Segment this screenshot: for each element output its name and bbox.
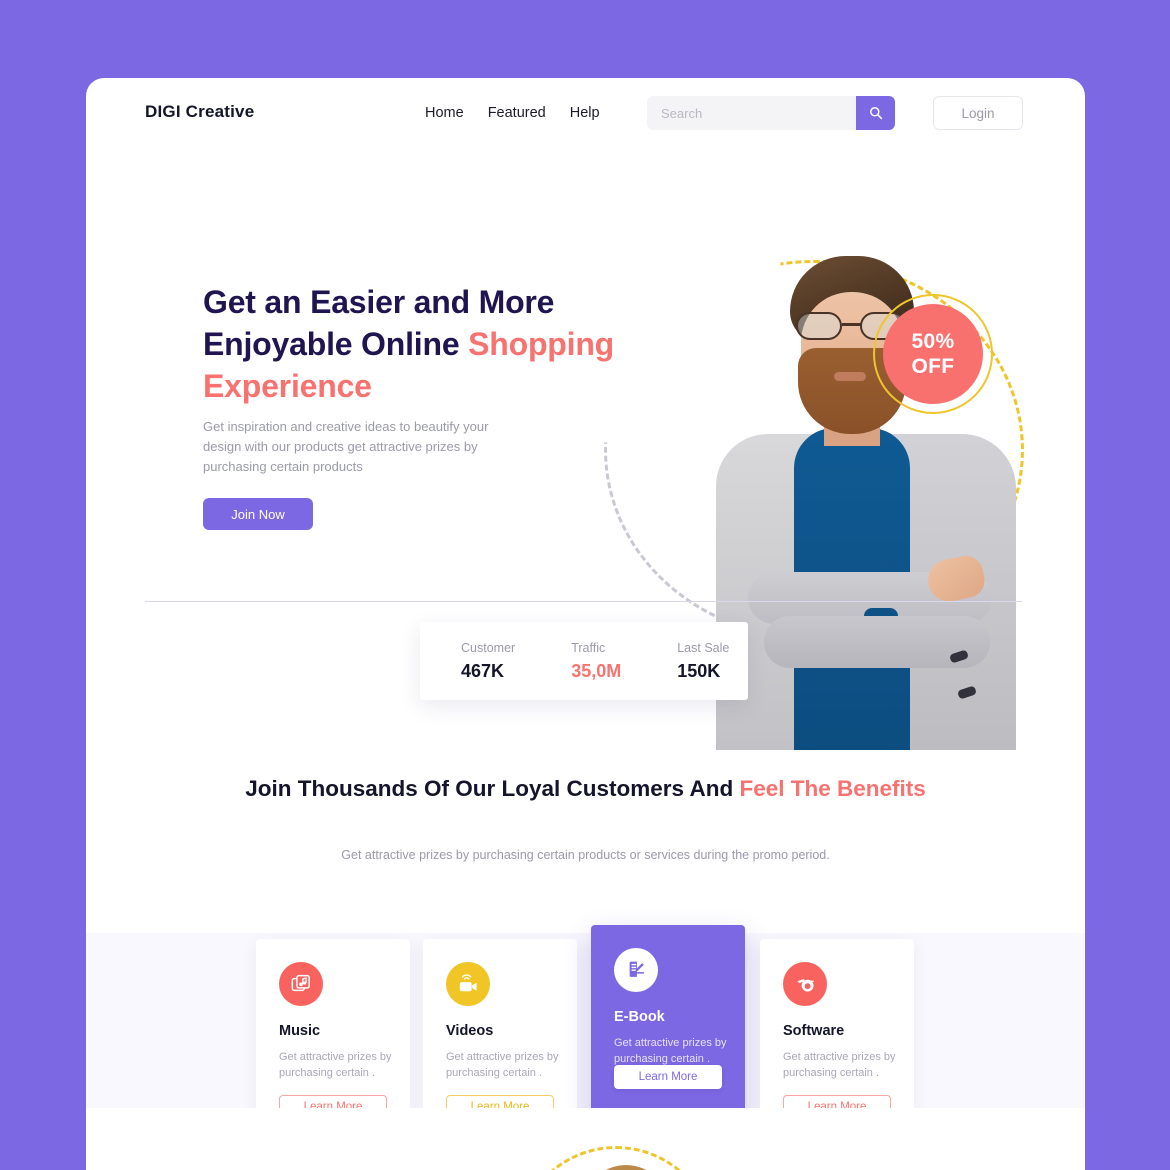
stat-traffic-label: Traffic [571,640,606,655]
discount-badge: 50% OFF [883,304,983,404]
next-section-preview [86,1108,1085,1170]
benefit-card-description: Get attractive prizes by purchasing cert… [783,1051,896,1079]
benefit-card-title: Software [783,1023,845,1039]
login-button[interactable]: Login [933,96,1023,130]
benefit-card-description: Get attractive prizes by purchasing cert… [279,1051,392,1079]
stat-customer-value: 467K [461,660,505,681]
hero-stats-card: Customer 467K Traffic 35,0M Last Sale 15… [420,622,748,700]
hero-section: Get an Easier and More Enjoyable Online … [86,148,1085,750]
search-input[interactable] [647,96,856,130]
discount-badge-percent: 50% [911,330,955,353]
glasses-bridge [842,323,862,326]
learn-more-button[interactable]: Learn More [614,1065,722,1089]
hero-subtitle: Get inspiration and creative ideas to be… [203,419,489,474]
mouth [834,372,866,381]
nav-item-featured[interactable]: Featured [488,105,546,121]
stat-customer-label: Customer [461,640,516,655]
stat-traffic-value: 35,0M [571,660,622,681]
stat-last-sale-label: Last Sale [677,640,730,655]
benefit-card-title: Videos [446,1023,494,1039]
stat-last-sale: Last Sale 150K [677,641,729,682]
search-bar [647,96,895,130]
ebook-pen-icon [614,948,658,992]
benefits-section: Join Thousands Of Our Loyal Customers An… [86,693,1085,1170]
benefit-cards-list: Music Get attractive prizes by purchasin… [86,693,1085,1170]
website-page-card: DIGI Creative Home Featured Help Login G… [86,78,1085,1170]
join-now-button[interactable]: Join Now [203,498,313,530]
video-camera-icon [446,962,490,1006]
stat-traffic: Traffic 35,0M [571,641,621,682]
benefit-card-title: E-Book [614,1009,665,1025]
software-blender-icon [783,962,827,1006]
benefit-card-title: Music [279,1023,321,1039]
discount-badge-off: OFF [911,355,955,378]
nav-item-help[interactable]: Help [570,105,600,121]
main-navigation: Home Featured Help [425,105,600,121]
brand-logo[interactable]: DIGI Creative [145,102,254,122]
stat-customer: Customer 467K [461,641,515,682]
music-library-icon [279,962,323,1006]
glasses-lens-left [796,312,842,340]
search-button[interactable] [856,96,895,130]
search-icon [869,106,883,120]
benefit-card-description: Get attractive prizes by purchasing cert… [614,1037,727,1065]
site-header: DIGI Creative Home Featured Help Login [86,78,1085,148]
nav-item-home[interactable]: Home [425,105,464,121]
hero-divider [145,601,1022,602]
benefit-card-description: Get attractive prizes by purchasing cert… [446,1051,559,1079]
stat-last-sale-value: 150K [677,660,721,681]
